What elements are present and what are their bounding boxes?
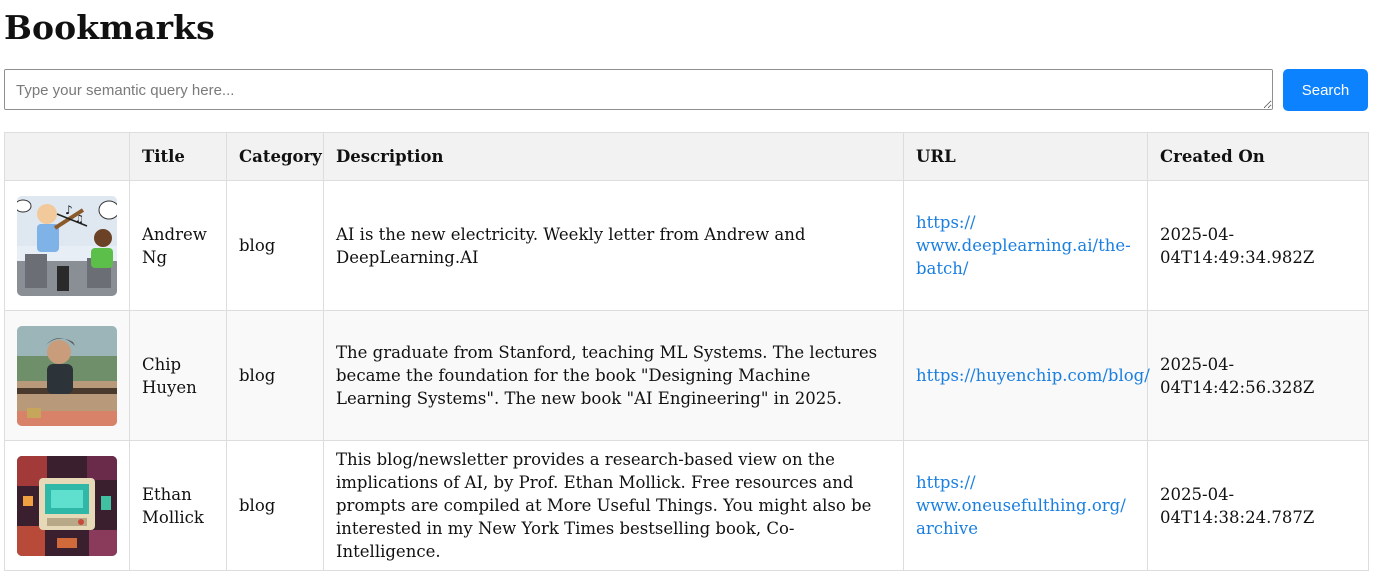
column-header-description: Description — [323, 132, 904, 181]
bookmark-url-link[interactable]: https://huyenchip.com/blog/ — [916, 366, 1150, 385]
bookmark-category: blog — [226, 310, 324, 441]
thumbnail-cell — [4, 310, 130, 441]
url-line: www.oneusefulthing.org/ — [916, 496, 1126, 515]
svg-text:♪: ♪ — [65, 203, 73, 217]
url-line: archive — [916, 519, 978, 538]
column-header-url: URL — [903, 132, 1148, 181]
search-input[interactable] — [4, 69, 1273, 110]
bookmark-created-on: 2025-04-04T14:42:56.328Z — [1147, 310, 1369, 441]
table-row: Chip Huyen blog The graduate from Stanfo… — [4, 310, 1369, 441]
bookmark-category: blog — [226, 440, 324, 571]
bookmark-description: AI is the new electricity. Weekly letter… — [323, 180, 904, 311]
bookmark-description: The graduate from Stanford, teaching ML … — [323, 310, 904, 441]
column-header-created-on: Created On — [1147, 132, 1369, 181]
bookmark-title: Chip Huyen — [129, 310, 227, 441]
page-title: Bookmarks — [4, 8, 215, 47]
thumbnail-cell: ♪ ♫ — [4, 180, 130, 311]
bookmark-category: blog — [226, 180, 324, 311]
bookmark-url-cell: https:// www.oneusefulthing.org/ archive — [903, 440, 1148, 571]
bookmark-title: Andrew Ng — [129, 180, 227, 311]
table-header-row: Title Category Description URL Created O… — [4, 132, 1369, 181]
bookmark-created-on: 2025-04-04T14:38:24.787Z — [1147, 440, 1369, 571]
bookmark-created-on: 2025-04-04T14:49:34.982Z — [1147, 180, 1369, 311]
search-button[interactable]: Search — [1283, 69, 1368, 111]
bookmark-title: Ethan Mollick — [129, 440, 227, 571]
bookmarks-table: Title Category Description URL Created O… — [4, 132, 1369, 571]
bookmark-url-link[interactable]: https:// www.oneusefulthing.org/ archive — [916, 473, 1126, 538]
bookmark-url-link[interactable]: https:// www.deeplearning.ai/the- batch/ — [916, 213, 1131, 278]
bookmark-url-cell: https://huyenchip.com/blog/ — [903, 310, 1150, 441]
table-row: ♪ ♫ Andrew Ng blog AI is the new electri… — [4, 180, 1369, 311]
person-portrait-photo — [17, 325, 117, 426]
search-bar: Search — [4, 69, 1368, 132]
table-row: Ethan Mollick blog This blog/newsletter … — [4, 440, 1369, 571]
url-line: https:// — [916, 213, 976, 232]
cartoon-violinist-image: ♪ ♫ — [17, 195, 117, 296]
bookmark-url-cell: https:// www.deeplearning.ai/the- batch/ — [903, 180, 1148, 311]
column-header-title: Title — [129, 132, 227, 181]
column-header-thumbnail — [4, 132, 130, 181]
url-line: batch/ — [916, 259, 969, 278]
column-header-category: Category — [226, 132, 324, 181]
url-line: https:// — [916, 473, 976, 492]
pixel-art-computer-image — [17, 455, 117, 556]
thumbnail-cell — [4, 440, 130, 571]
bookmark-description: This blog/newsletter provides a research… — [323, 440, 904, 571]
svg-text:♫: ♫ — [75, 214, 84, 225]
page: Bookmarks Search Title Category Descript… — [0, 0, 1376, 571]
url-line: https://huyenchip.com/blog/ — [916, 366, 1150, 385]
url-line: www.deeplearning.ai/the- — [916, 236, 1131, 255]
